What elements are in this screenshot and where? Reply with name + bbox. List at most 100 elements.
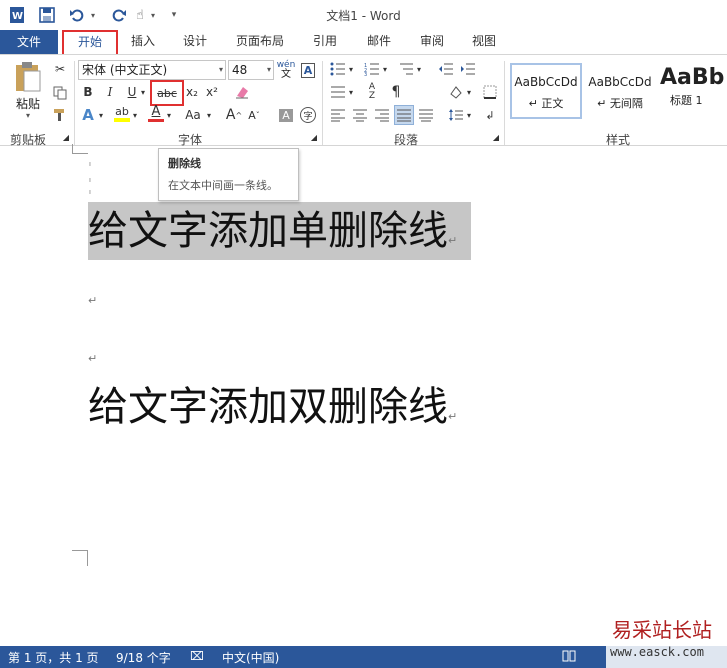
page-corner-mark [72, 144, 88, 154]
bold-button[interactable]: B [78, 82, 98, 102]
line-spacing-dropdown-icon[interactable]: ▾ [464, 105, 474, 125]
shading-dropdown-icon[interactable]: ▾ [464, 82, 474, 102]
paste-label: 粘贴 [15, 97, 40, 111]
tab-layout[interactable]: 页面布局 [234, 30, 286, 54]
paragraph-mark: ı [89, 176, 91, 184]
distribute-icon[interactable] [416, 105, 436, 125]
style-name: ↵ 无间隔 [597, 97, 643, 110]
style-name: 标题 1 [670, 94, 703, 107]
font-color-button[interactable]: A [146, 103, 166, 123]
font-name-combo[interactable]: 宋体 (中文正文) ▾ [78, 60, 226, 80]
tab-design[interactable]: 设计 [180, 30, 210, 54]
superscript-button[interactable]: x² [202, 82, 222, 102]
page-count[interactable]: 第 1 页，共 1 页 [8, 649, 99, 666]
proofing-icon[interactable]: ⌧ [190, 649, 204, 663]
copy-icon[interactable] [50, 83, 70, 103]
bullets-icon[interactable] [328, 59, 348, 79]
numbering-icon[interactable]: 123 [362, 59, 382, 79]
tab-references[interactable]: 引用 [310, 30, 340, 54]
selected-text-line[interactable]: 给文字添加单删除线↵ [88, 202, 472, 260]
tab-insert[interactable]: 插入 [128, 30, 158, 54]
font-color-dropdown-icon[interactable]: ▾ [164, 105, 174, 125]
phonetic-guide-icon[interactable]: wén 文 [276, 60, 296, 80]
paragraph-mark: ↵ [448, 410, 458, 423]
bullets-dropdown-icon[interactable]: ▾ [346, 59, 356, 79]
grow-font-button[interactable]: A ^ [224, 105, 244, 125]
multilevel-list-icon[interactable] [396, 59, 416, 79]
tab-home[interactable]: 开始 [62, 30, 118, 57]
style-preview: AaBbCcDd [514, 75, 578, 89]
tooltip-description: 在文本中间画一条线。 [168, 179, 278, 192]
text-effects-icon[interactable]: A [78, 105, 98, 125]
highlight-dropdown-icon[interactable]: ▾ [130, 105, 140, 125]
paste-button[interactable]: 粘贴 ▾ [8, 61, 48, 123]
site-watermark: 易采站长站 www.easck.com [606, 612, 727, 668]
text-line[interactable]: 给文字添加双删除线↵ [88, 378, 457, 446]
line-text: 给文字添加双删除线 [88, 384, 448, 430]
enclose-char-icon[interactable]: A [298, 60, 318, 80]
align-left-icon[interactable] [328, 105, 348, 125]
align-center-icon[interactable] [350, 105, 370, 125]
multilevel-dropdown-icon[interactable]: ▾ [414, 59, 424, 79]
chevron-down-icon: ▾ [218, 65, 223, 74]
chevron-down-icon: ▾ [266, 65, 271, 74]
font-launcher-icon[interactable]: ◢ [308, 131, 320, 143]
font-name-value: 宋体 (中文正文) [82, 63, 168, 77]
style-preview: AaBbCcDd [588, 75, 652, 89]
shrink-font-button[interactable]: Aˇ [244, 105, 264, 125]
asian-layout-icon[interactable]: ↲ [480, 105, 500, 125]
font-size-value: 48 [232, 63, 248, 77]
language-indicator[interactable]: 中文(中国) [222, 649, 279, 666]
decrease-indent-icon[interactable] [436, 59, 456, 79]
tab-mailings[interactable]: 邮件 [364, 30, 394, 54]
document-area[interactable]: ı ı ı 给文字添加单删除线↵ ↵ ↵ 给文字添加双删除线↵ [0, 144, 727, 646]
clipboard-icon [16, 62, 41, 92]
tab-view[interactable]: 视图 [469, 30, 499, 54]
tooltip-title: 删除线 [168, 157, 201, 170]
paragraph-launcher-icon[interactable]: ◢ [490, 131, 502, 143]
shading-icon[interactable] [446, 82, 466, 102]
separator [504, 61, 505, 145]
style-no-spacing[interactable]: AaBbCcDd ↵ 无间隔 [584, 63, 656, 119]
change-case-dropdown-icon[interactable]: ▾ [204, 105, 214, 125]
ribbon-home: 粘贴 ▾ ✂ 剪贴板 ◢ 宋体 (中文正文) ▾ 48 ▾ wén 文 A B I… [0, 54, 727, 147]
text-effects-dropdown-icon[interactable]: ▾ [96, 105, 106, 125]
sort-icon[interactable]: AZ [362, 82, 382, 102]
format-painter-icon[interactable] [50, 105, 70, 125]
numbering-dropdown-icon[interactable]: ▾ [380, 59, 390, 79]
cut-icon[interactable]: ✂ [50, 59, 70, 79]
style-normal[interactable]: AaBbCcDd ↵ 正文 [510, 63, 582, 119]
window-title: 文档1 - Word [326, 9, 401, 23]
chinese-layout-dropdown-icon[interactable]: ▾ [346, 82, 356, 102]
font-size-combo[interactable]: 48 ▾ [228, 60, 274, 80]
tab-file[interactable]: 文件 [0, 30, 58, 54]
char-shading-button[interactable]: A [276, 105, 296, 125]
highlight-icon[interactable]: ab [112, 103, 132, 123]
enclose-characters-button[interactable]: 字 [298, 105, 318, 125]
clear-format-icon[interactable] [232, 82, 252, 102]
paragraph-mark: ↵ [448, 234, 458, 247]
shrink-font-label: A [248, 108, 256, 122]
italic-button[interactable]: I [100, 82, 120, 102]
char-shading-label: A [279, 108, 293, 122]
style-heading-1[interactable]: AaBb 标题 1 [656, 63, 727, 119]
line-spacing-icon[interactable] [446, 105, 466, 125]
read-mode-icon[interactable] [562, 649, 576, 666]
justify-icon[interactable] [394, 105, 414, 125]
page-corner-mark [72, 550, 88, 566]
paste-dropdown-icon: ▾ [25, 111, 30, 120]
align-right-icon[interactable] [372, 105, 392, 125]
grow-font-label: A [225, 107, 236, 123]
subscript-button[interactable]: x₂ [182, 82, 202, 102]
show-marks-icon[interactable]: ¶ [386, 82, 406, 102]
word-count[interactable]: 9/18 个字 [116, 649, 171, 666]
change-case-button[interactable]: Aa [180, 105, 206, 125]
borders-icon[interactable] [480, 82, 500, 102]
paragraph-mark: ↵ [88, 352, 98, 365]
underline-dropdown-icon[interactable]: ▾ [138, 82, 148, 102]
tab-review[interactable]: 审阅 [417, 30, 447, 54]
chinese-layout-icon[interactable] [328, 82, 348, 102]
increase-indent-icon[interactable] [458, 59, 478, 79]
clipboard-launcher-icon[interactable]: ◢ [60, 131, 72, 143]
paragraph-mark: ↵ [88, 294, 98, 307]
